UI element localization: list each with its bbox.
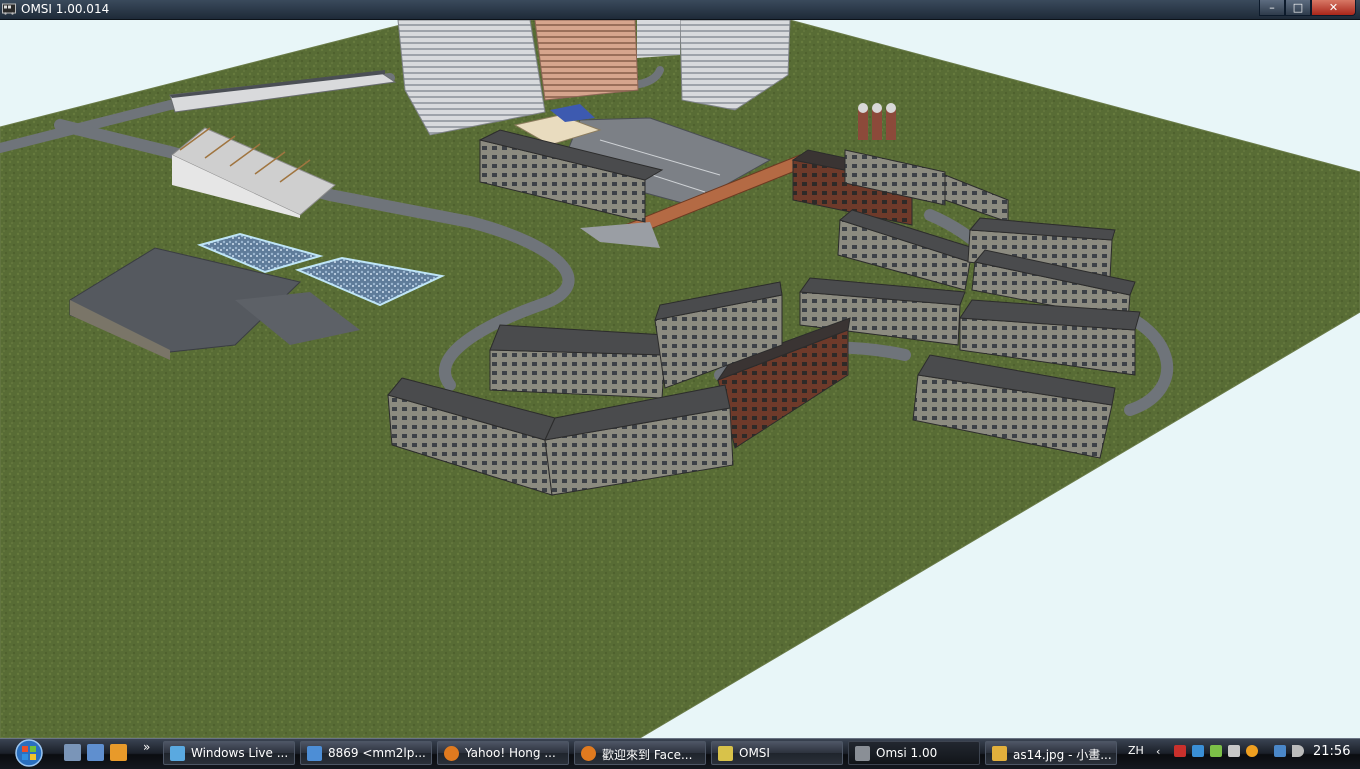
folder-icon [718, 746, 733, 761]
map-render [0, 20, 1360, 738]
taskbar-button-yahoo[interactable]: Yahoo! Hong ... [437, 741, 569, 765]
taskbar-button-paint[interactable]: as14.jpg - 小畫... [985, 741, 1117, 765]
switch-windows-icon[interactable] [87, 744, 104, 761]
maximize-button[interactable]: □ [1285, 0, 1311, 16]
messenger-icon [307, 746, 322, 761]
network-icon[interactable] [1192, 745, 1204, 757]
paint-icon [992, 746, 1007, 761]
taskbar-button-messenger[interactable]: 8869 <mm2lp... [300, 741, 432, 765]
church-towers [858, 103, 896, 140]
close-icon: ✕ [1328, 1, 1339, 14]
minimize-icon: – [1269, 1, 1275, 14]
window-title-bar[interactable]: OMSI 1.00.014 – □ ✕ [0, 0, 1360, 20]
pdf-icon[interactable] [1174, 745, 1186, 757]
tower-2 [534, 20, 639, 101]
taskbar-button-windows-live[interactable]: Windows Live ... [163, 741, 295, 765]
maximize-icon: □ [1292, 1, 1304, 14]
taskbar-button-facebook[interactable]: 歡迎來到 Face... [574, 741, 706, 765]
clock[interactable]: 21:56 [1313, 744, 1350, 759]
omsi-bus-icon [2, 3, 16, 15]
close-button[interactable]: ✕ [1311, 0, 1356, 16]
window-title: OMSI 1.00.014 [21, 2, 110, 16]
omsi-bus-icon [855, 746, 870, 761]
usb-icon[interactable] [1228, 745, 1240, 757]
overflow-chevron-icon[interactable]: » [143, 740, 150, 754]
security-icon[interactable] [1210, 745, 1222, 757]
map-viewport[interactable] [0, 20, 1360, 738]
update-icon[interactable] [1246, 745, 1258, 757]
minimize-button[interactable]: – [1259, 0, 1285, 16]
taskbar-button-omsi-folder[interactable]: OMSI [711, 741, 843, 765]
windows-live-icon [170, 746, 185, 761]
volume-icon[interactable] [1292, 745, 1304, 757]
firefox-icon [581, 746, 596, 761]
windows-orb-icon[interactable] [10, 738, 48, 768]
show-desktop-icon[interactable] [64, 744, 81, 761]
network-status-icon[interactable] [1274, 745, 1286, 757]
firefox-icon [444, 746, 459, 761]
expand-arrow-icon[interactable]: ‹ [1156, 745, 1168, 758]
language-indicator[interactable]: ZH [1128, 744, 1144, 757]
media-player-icon[interactable] [110, 744, 127, 761]
taskbar-button-omsi-app[interactable]: Omsi 1.00 [848, 741, 980, 765]
